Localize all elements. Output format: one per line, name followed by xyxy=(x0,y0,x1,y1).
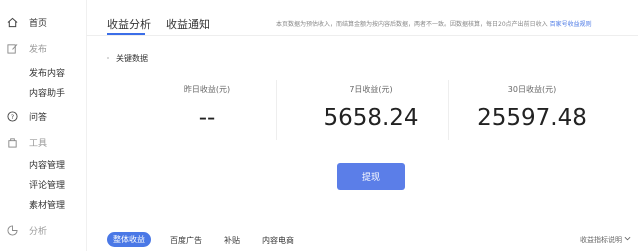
key-data-title: 关键数据 xyxy=(116,54,148,63)
section-bullet xyxy=(107,57,109,59)
sidebar-item-content-assistant[interactable]: 内容助手 xyxy=(29,86,65,99)
edit-icon xyxy=(5,41,19,55)
sidebar-item-home[interactable]: 首页 xyxy=(0,15,47,29)
sidebar-item-comment-management[interactable]: 评论管理 xyxy=(29,178,65,191)
sidebar: 首页 发布 发布内容 内容助手 ? 问答 工具 内容管理 评论管理 素材管理 分… xyxy=(0,0,87,251)
home-icon xyxy=(5,15,19,29)
stat-value: -- xyxy=(198,105,216,131)
revenue-rules-link[interactable]: 百家号收益规则 xyxy=(550,21,592,28)
stat-yesterday: 昨日收益(元) -- xyxy=(132,84,282,131)
sidebar-item-label: 首页 xyxy=(29,18,48,29)
sidebar-item-label: 发布 xyxy=(29,44,48,55)
sidebar-item-qa[interactable]: ? 问答 xyxy=(0,109,47,123)
stat-divider xyxy=(276,80,277,140)
sidebar-item-label: 问答 xyxy=(29,112,48,123)
sidebar-item-publish-content[interactable]: 发布内容 xyxy=(29,66,65,79)
metric-explanation-link[interactable]: 收益指标说明 xyxy=(580,235,631,245)
tab-revenue-notification[interactable]: 收益通知 xyxy=(166,16,210,32)
stat-label: 7日收益(元) xyxy=(349,85,393,94)
stat-30-day: 30日收益(元) 25597.48 xyxy=(457,84,607,131)
question-icon: ? xyxy=(5,109,19,123)
sidebar-item-label: 工具 xyxy=(29,138,48,149)
tabbar-divider xyxy=(86,35,638,36)
svg-text:?: ? xyxy=(10,112,13,120)
stat-7-day: 7日收益(元) 5658.24 xyxy=(296,84,446,131)
main-content: 收益分析 收益通知 本页数据为预估收入，而结算金额为按内容后数据，两者不一致。因… xyxy=(86,0,638,251)
stat-label: 昨日收益(元) xyxy=(183,85,231,94)
stat-value: 25597.48 xyxy=(477,105,587,131)
sidebar-item-material-management[interactable]: 素材管理 xyxy=(29,198,65,211)
tab-overall-revenue[interactable]: 整体收益 xyxy=(107,232,151,247)
sidebar-item-label: 分析 xyxy=(29,226,48,237)
metric-link-label: 收益指标说明 xyxy=(580,236,622,244)
tab-revenue-analysis[interactable]: 收益分析 xyxy=(107,16,151,32)
notice-text: 本页数据为预估收入，而结算金额为按内容后数据，两者不一致。因数据核算，每日20点… xyxy=(276,21,548,28)
stat-divider xyxy=(448,80,449,140)
sidebar-section-tools[interactable]: 工具 xyxy=(0,135,47,149)
chevron-down-icon xyxy=(624,236,631,241)
analytics-icon xyxy=(5,223,19,237)
sidebar-item-content-management[interactable]: 内容管理 xyxy=(29,158,65,171)
stat-label: 30日收益(元) xyxy=(507,85,557,94)
tab-baidu-ads[interactable]: 百度广告 xyxy=(170,235,202,246)
tab-content-ecommerce[interactable]: 内容电商 xyxy=(262,235,294,246)
stat-value: 5658.24 xyxy=(323,105,419,131)
revenue-notice: 本页数据为预估收入，而结算金额为按内容后数据，两者不一致。因数据核算，每日20点… xyxy=(276,19,592,28)
sidebar-section-publish[interactable]: 发布 xyxy=(0,41,47,55)
toolbox-icon xyxy=(5,135,19,149)
withdraw-button[interactable]: 提现 xyxy=(337,163,405,190)
sidebar-section-analytics[interactable]: 分析 xyxy=(0,223,47,237)
tab-subsidy[interactable]: 补贴 xyxy=(224,235,240,246)
